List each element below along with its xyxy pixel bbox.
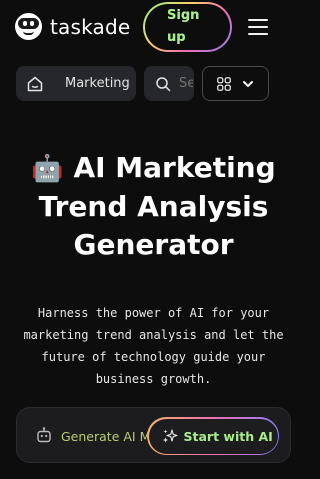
hamburger-menu-icon[interactable] — [248, 19, 268, 35]
logo-text: taskade — [50, 14, 131, 39]
header: taskade Sign up — [0, 0, 307, 54]
taskade-logo[interactable]: taskade — [15, 13, 130, 40]
page-description: Harness the power of AI for your marketi… — [23, 306, 284, 386]
taskade-logo-icon — [15, 13, 42, 40]
start-with-ai-label: Start with AI — [183, 428, 273, 444]
category-label: Marketing — [65, 76, 130, 91]
sparkles-icon — [162, 429, 178, 443]
page-title: 🤖 AI Marketing Trend Analysis Generator — [0, 149, 307, 264]
generate-bar: Start with AI — [16, 407, 291, 463]
search-icon — [156, 76, 171, 91]
start-with-ai-button[interactable]: Start with AI — [147, 417, 279, 455]
signup-button[interactable]: Sign up — [143, 2, 232, 52]
apps-menu-button[interactable] — [202, 66, 269, 101]
page-title-text: AI Marketing Trend Analysis Generator — [38, 151, 276, 261]
search-input[interactable] — [179, 76, 193, 91]
category-selector[interactable]: Marketing — [16, 66, 136, 101]
robot-icon — [37, 427, 51, 443]
robot-emoji-icon: 🤖 — [31, 154, 64, 184]
search-box[interactable] — [144, 66, 194, 101]
home-icon — [27, 76, 43, 91]
grid-icon — [217, 76, 231, 91]
signup-label: Sign up — [167, 5, 203, 49]
chevron-down-icon — [243, 80, 253, 87]
